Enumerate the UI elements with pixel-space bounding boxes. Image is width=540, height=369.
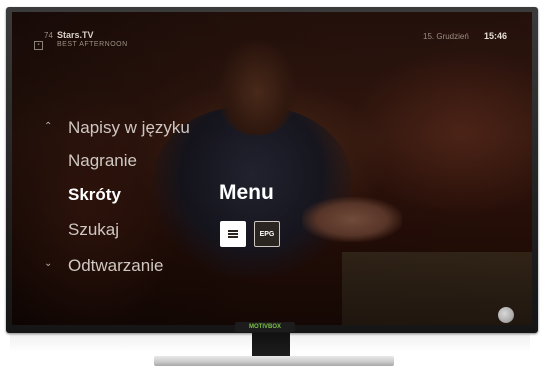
menu-item-recording[interactable]: Nagranie bbox=[68, 151, 137, 171]
tv-stand-base bbox=[154, 356, 394, 366]
brand-logo: MOTIVBOX bbox=[235, 322, 295, 332]
program-title: BEST AFTERNOON bbox=[57, 41, 128, 48]
menu-shortcut-button[interactable] bbox=[220, 221, 246, 247]
tv-stand-neck bbox=[252, 333, 290, 358]
menu-item-shortcuts[interactable]: Skróty bbox=[68, 185, 121, 205]
channel-number: 74 bbox=[44, 31, 53, 40]
program-icon: ▪ bbox=[34, 41, 43, 50]
menu-item-search[interactable]: Szukaj bbox=[68, 220, 119, 240]
clock-time: 15:46 bbox=[484, 31, 508, 41]
menu-item-subtitles[interactable]: Napisy w języku bbox=[68, 118, 190, 138]
menu-item-playback[interactable]: Odtwarzanie bbox=[68, 256, 163, 276]
chevron-down-icon[interactable]: ⌄ bbox=[44, 258, 52, 269]
channel-name: Stars.TV bbox=[57, 30, 94, 40]
hamburger-menu-icon bbox=[228, 230, 238, 238]
epg-shortcut-button[interactable]: EPG bbox=[254, 221, 280, 247]
epg-icon: EPG bbox=[259, 230, 275, 238]
date-label: 15. Grudzień bbox=[423, 32, 469, 41]
chevron-up-icon[interactable]: ⌃ bbox=[44, 121, 52, 132]
shortcut-heading: Menu bbox=[219, 181, 274, 204]
